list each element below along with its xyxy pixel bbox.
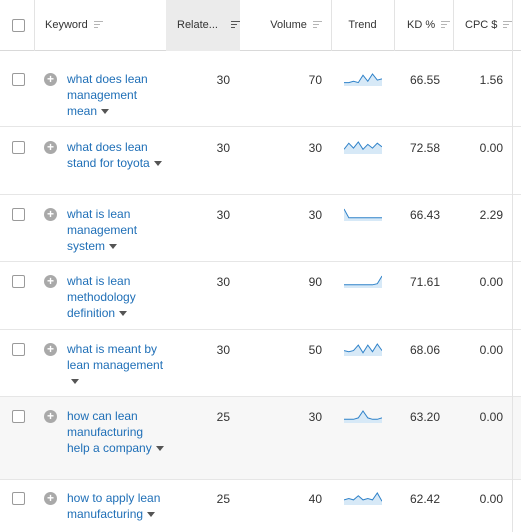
table-row: + what is lean management system 30 30 6… — [0, 195, 521, 262]
kd-value: 72.58 — [409, 141, 440, 155]
cpc-value: 1.56 — [479, 73, 503, 87]
trend-sparkline — [344, 73, 382, 86]
kd-value: 66.43 — [409, 208, 440, 222]
related-value: 25 — [216, 492, 230, 506]
column-divider — [512, 0, 513, 532]
caret-down-icon[interactable] — [155, 446, 164, 452]
header-trend: Trend — [331, 0, 394, 51]
table-row: + how to apply lean manufacturing 25 40 … — [0, 480, 521, 532]
caret-down-icon[interactable] — [119, 311, 128, 317]
trend-sparkline — [344, 343, 382, 356]
keyword-link[interactable]: what is lean management system — [67, 206, 167, 254]
related-value: 25 — [216, 410, 230, 424]
keyword-link[interactable]: what does lean stand for toyota — [67, 139, 167, 171]
header-related-label: Relate... — [177, 19, 218, 31]
cpc-value: 0.00 — [479, 275, 503, 289]
row-checkbox[interactable] — [12, 275, 25, 288]
table-row: + what does lean management mean 30 70 6… — [0, 51, 521, 127]
kd-value: 66.55 — [409, 73, 440, 87]
keyword-text[interactable]: what is lean management system — [67, 207, 137, 253]
header-volume-label: Volume — [270, 19, 307, 31]
header-keyword[interactable]: Keyword — [45, 0, 103, 51]
table-row: + what is meant by lean management 30 50… — [0, 330, 521, 397]
row-checkbox[interactable] — [12, 73, 25, 86]
volume-value: 50 — [308, 343, 322, 357]
volume-value: 30 — [308, 141, 322, 155]
table-row: + how can lean manufacturing help a comp… — [0, 397, 521, 480]
add-keyword-icon[interactable]: + — [44, 492, 57, 505]
select-all-checkbox[interactable] — [12, 19, 25, 32]
related-value: 30 — [216, 73, 230, 87]
header-related[interactable]: Relate... — [177, 0, 241, 51]
row-checkbox[interactable] — [12, 492, 25, 505]
cpc-value: 0.00 — [479, 343, 503, 357]
keyword-link[interactable]: what is lean methodology definition — [67, 273, 167, 321]
related-value: 30 — [216, 343, 230, 357]
header-kd-label: KD % — [407, 19, 436, 31]
header-kd[interactable]: KD % — [407, 0, 451, 51]
kd-value: 68.06 — [409, 343, 440, 357]
add-keyword-icon[interactable]: + — [44, 73, 57, 86]
header-volume[interactable]: Volume — [250, 0, 322, 51]
trend-area — [344, 209, 382, 221]
caret-down-icon[interactable] — [101, 109, 110, 115]
table-header: Keyword Relate... Volume Trend KD % CPC … — [0, 0, 521, 51]
trend-area — [344, 276, 382, 288]
cpc-value: 0.00 — [479, 410, 503, 424]
volume-value: 90 — [308, 275, 322, 289]
keyword-table: Keyword Relate... Volume Trend KD % CPC … — [0, 0, 521, 532]
kd-value: 71.61 — [409, 275, 440, 289]
related-value: 30 — [216, 275, 230, 289]
trend-line — [344, 208, 382, 219]
cpc-value: 0.00 — [479, 492, 503, 506]
keyword-link[interactable]: what is meant by lean management — [67, 341, 167, 389]
keyword-link[interactable]: how can lean manufacturing help a compan… — [67, 408, 167, 456]
keyword-text[interactable]: how can lean manufacturing help a compan… — [67, 409, 152, 455]
row-checkbox[interactable] — [12, 343, 25, 356]
header-cpc-label: CPC $ — [465, 19, 498, 31]
row-checkbox[interactable] — [12, 410, 25, 423]
caret-down-icon[interactable] — [147, 512, 156, 518]
trend-line — [344, 275, 382, 286]
header-keyword-label: Keyword — [45, 19, 88, 31]
volume-value: 70 — [308, 73, 322, 87]
keyword-text[interactable]: what does lean stand for toyota — [67, 140, 150, 170]
trend-sparkline — [344, 141, 382, 154]
header-cpc[interactable]: CPC $ — [465, 0, 513, 51]
kd-value: 62.42 — [409, 492, 440, 506]
volume-value: 30 — [308, 208, 322, 222]
keyword-text[interactable]: what is meant by lean management — [67, 342, 163, 372]
kd-value: 63.20 — [409, 410, 440, 424]
table-row: + what is lean methodology definition 30… — [0, 262, 521, 330]
caret-down-icon[interactable] — [109, 244, 118, 250]
keyword-link[interactable]: what does lean management mean — [67, 71, 167, 119]
sort-icon — [93, 21, 103, 29]
volume-value: 40 — [308, 492, 322, 506]
row-checkbox[interactable] — [12, 208, 25, 221]
header-trend-label: Trend — [348, 19, 377, 31]
trend-sparkline — [344, 410, 382, 423]
sort-icon — [441, 21, 451, 29]
related-value: 30 — [216, 141, 230, 155]
sort-icon — [231, 21, 241, 29]
add-keyword-icon[interactable]: + — [44, 275, 57, 288]
cpc-value: 2.29 — [479, 208, 503, 222]
related-value: 30 — [216, 208, 230, 222]
add-keyword-icon[interactable]: + — [44, 410, 57, 423]
add-keyword-icon[interactable]: + — [44, 208, 57, 221]
sort-icon — [313, 21, 322, 29]
add-keyword-icon[interactable]: + — [44, 141, 57, 154]
add-keyword-icon[interactable]: + — [44, 343, 57, 356]
volume-value: 30 — [308, 410, 322, 424]
trend-sparkline — [344, 208, 382, 221]
keyword-link[interactable]: how to apply lean manufacturing — [67, 490, 167, 522]
caret-down-icon[interactable] — [71, 379, 79, 385]
trend-area — [344, 411, 382, 423]
table-row: + what does lean stand for toyota 30 30 … — [0, 127, 521, 195]
row-checkbox[interactable] — [12, 141, 25, 154]
caret-down-icon[interactable] — [153, 161, 162, 167]
trend-sparkline — [344, 275, 382, 288]
cpc-value: 0.00 — [479, 141, 503, 155]
trend-sparkline — [344, 492, 382, 505]
